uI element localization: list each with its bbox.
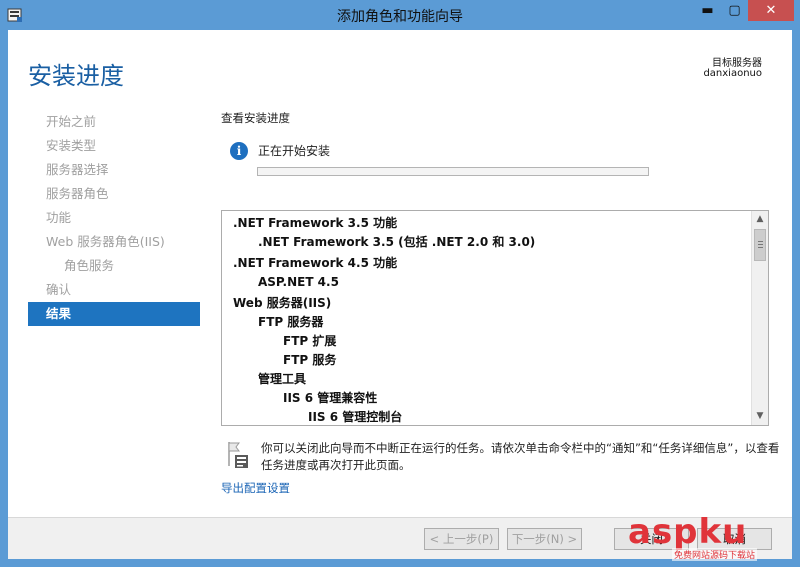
install-list-item: IIS 6 管理控制台 [308, 410, 403, 424]
scroll-up-icon[interactable]: ▲ [752, 211, 768, 228]
install-list-item: .NET Framework 4.5 功能 [233, 256, 398, 270]
status-text: 正在开始安装 [258, 144, 331, 158]
scroll-down-icon[interactable]: ▼ [752, 408, 768, 425]
install-list-item: .NET Framework 3.5 功能 [233, 216, 398, 230]
nav-item-before-you-begin[interactable]: 开始之前 [28, 110, 200, 134]
close-window-button[interactable]: ✕ [748, 0, 794, 21]
next-button[interactable]: 下一步(N) > [507, 528, 582, 550]
nav-item-server-roles[interactable]: 服务器角色 [28, 182, 200, 206]
grip-line [758, 247, 763, 248]
install-items-list[interactable]: .NET Framework 3.5 功能 .NET Framework 3.5 … [221, 210, 769, 426]
install-list-item: FTP 服务 [283, 353, 337, 367]
install-list-item: Web 服务器(IIS) [233, 296, 332, 310]
maximize-icon: ▢ [728, 3, 741, 18]
export-configuration-link[interactable]: 导出配置设置 [221, 480, 290, 496]
target-server-value: danxiaonuo [703, 68, 762, 79]
nav-item-web-server-role[interactable]: Web 服务器角色(IIS) [28, 230, 200, 254]
scroll-thumb[interactable] [754, 229, 766, 261]
maximize-button[interactable]: ▢ [721, 0, 748, 21]
page-title: 安装进度 [28, 62, 124, 90]
wizard-client-area: 安装进度 目标服务器 danxiaonuo 开始之前 安装类型 服务器选择 服务… [8, 30, 792, 559]
wizard-window: 添加角色和功能向导 ▬ ▢ ✕ 安装进度 目标服务器 danxiaonuo 开始… [0, 0, 800, 567]
nav-item-installation-type[interactable]: 安装类型 [28, 134, 200, 158]
target-server-label: 目标服务器 [712, 58, 762, 69]
window-title: 添加角色和功能向导 [337, 9, 463, 25]
watermark-text: aspku [628, 512, 748, 552]
nav-item-results[interactable]: 结果 [28, 302, 200, 326]
close-icon: ✕ [765, 3, 777, 18]
install-list-item: .NET Framework 3.5 (包括 .NET 2.0 和 3.0) [258, 235, 536, 249]
install-list-item: ASP.NET 4.5 [258, 275, 339, 289]
install-list-item: IIS 6 管理兼容性 [283, 391, 378, 405]
nav-item-features[interactable]: 功能 [28, 206, 200, 230]
grip-line [758, 241, 763, 242]
nav-item-role-services[interactable]: 角色服务 [28, 254, 200, 278]
install-list-item: FTP 扩展 [283, 334, 337, 348]
install-list-item: FTP 服务器 [258, 315, 324, 329]
minimize-icon: ▬ [701, 3, 714, 18]
info-icon: i [230, 142, 248, 160]
minimize-button[interactable]: ▬ [694, 0, 721, 21]
install-progress-bar [257, 167, 649, 176]
notification-flag-icon [228, 442, 248, 468]
watermark-logo: aspku 免费网站源码下载站 [628, 512, 798, 567]
title-bar[interactable]: 添加角色和功能向导 ▬ ▢ ✕ [0, 0, 800, 30]
background-task-note: 你可以关闭此向导而不中断正在运行的任务。请依次单击命令栏中的“通知”和“任务详细… [261, 441, 780, 472]
nav-item-server-selection[interactable]: 服务器选择 [28, 158, 200, 182]
wizard-nav: 开始之前 安装类型 服务器选择 服务器角色 功能 Web 服务器角色(IIS) … [28, 110, 200, 326]
section-title: 查看安装进度 [221, 111, 290, 125]
install-list-item: 管理工具 [258, 372, 307, 386]
previous-button[interactable]: < 上一步(P) [424, 528, 499, 550]
watermark-subtext: 免费网站源码下载站 [672, 548, 758, 561]
list-scrollbar[interactable]: ▲ ▼ [751, 211, 768, 425]
install-items-content: .NET Framework 3.5 功能 .NET Framework 3.5 … [222, 211, 752, 425]
grip-line [758, 244, 763, 245]
nav-item-confirmation[interactable]: 确认 [28, 278, 200, 302]
